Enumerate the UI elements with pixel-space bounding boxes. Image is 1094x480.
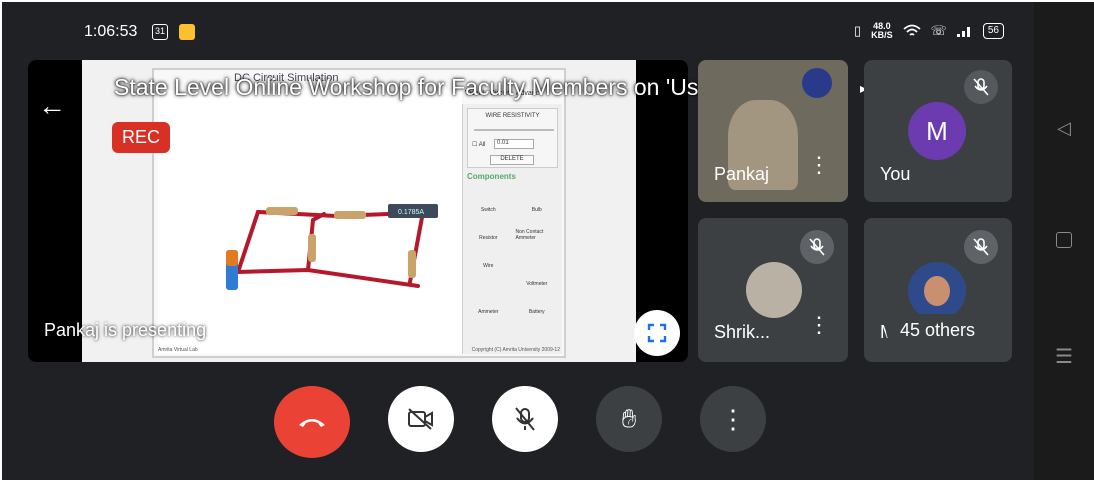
participant-name: Pankaj — [714, 164, 770, 184]
delete-button[interactable]: DELETE — [490, 155, 534, 165]
component-switch[interactable]: Switch — [467, 185, 510, 213]
participant-tile-you[interactable]: M You — [864, 60, 1012, 202]
shared-screen: DC Circuit Simulation 0.1785A Visual Cir… — [82, 60, 636, 362]
battery-icon: 56 — [982, 23, 1004, 39]
others-count-badge[interactable]: 45 others — [886, 314, 990, 347]
meter-reading: 0.1785A — [398, 209, 424, 216]
footer-right: Copyright (C) Amrita University 2009-12 — [471, 347, 560, 353]
resistor-2 — [334, 211, 366, 219]
simulation-footer: Amrita Virtual Lab Copyright (C) Amrita … — [154, 346, 564, 356]
recording-badge: REC — [112, 122, 171, 153]
avatar-you: M — [908, 102, 966, 160]
participant-tile-others[interactable]: Mi 45 others — [864, 218, 1012, 362]
component-ammeter[interactable]: Ammeter — [467, 293, 510, 315]
navigation-bar: ◁ ☰ — [1034, 2, 1094, 480]
call-controls: ✋︎ ⋮ — [274, 386, 766, 458]
avatar-photo — [908, 262, 966, 320]
presenter-label: Pankaj is presenting — [44, 320, 207, 340]
components-label: Components — [467, 172, 516, 181]
circuit-canvas: 0.1785A — [158, 90, 462, 354]
resistivity-slider[interactable] — [474, 129, 554, 131]
components-palette: Switch Bulb Resistor Non Contact Ammeter… — [463, 181, 562, 319]
system-icons: ▯ 48.0 KB/S ☏ 56 — [854, 22, 1004, 40]
participant-name: Shrik... — [714, 322, 771, 342]
call-icon: ☏ — [930, 23, 947, 38]
back-arrow-icon[interactable]: ← — [38, 90, 66, 122]
clock: 1:06:53 — [84, 23, 138, 40]
simulation-window: DC Circuit Simulation 0.1785A Visual Cir… — [152, 68, 566, 358]
component-battery[interactable]: Battery — [516, 293, 559, 315]
speaking-indicator-icon — [802, 68, 832, 98]
net-speed: 48.0 KB/S — [871, 22, 893, 40]
simulation-panel: Visual Circuit Advanc WIRE RESISTIVITY ☐… — [462, 90, 562, 354]
camera-off-icon — [408, 408, 433, 430]
footer-left: Amrita Virtual Lab — [158, 347, 198, 353]
status-bar: 1:06:53 31 ▯ 48.0 KB/S ☏ 56 — [2, 2, 1034, 62]
presentation-tile[interactable]: DC Circuit Simulation 0.1785A Visual Cir… — [28, 60, 688, 362]
more-options-icon[interactable]: ⋮ — [808, 154, 830, 176]
recents-nav-icon[interactable]: ☰ — [1055, 344, 1073, 369]
circuit-drawing: 0.1785A — [226, 204, 438, 290]
muted-mic-icon — [964, 70, 998, 104]
participant-tile-shrik[interactable]: Shrik... ⋮ — [698, 218, 848, 362]
participant-name: You — [880, 164, 911, 184]
component-wire[interactable]: Wire — [467, 247, 510, 269]
component-bulb[interactable]: Bulb — [516, 185, 559, 213]
raise-hand-icon: ✋︎ — [621, 403, 637, 433]
mic-off-icon — [515, 407, 535, 431]
muted-mic-icon — [964, 230, 998, 264]
all-label: All — [478, 142, 486, 148]
wifi-icon — [903, 24, 921, 36]
all-checkbox[interactable]: ☐ All — [472, 141, 485, 148]
fullscreen-button[interactable] — [634, 310, 680, 356]
avatar-photo — [746, 262, 802, 318]
muted-mic-icon — [800, 230, 834, 264]
meeting-title[interactable]: State Level Online Workshop for Faculty … — [114, 74, 796, 101]
resistor-4 — [408, 250, 416, 278]
component-non-contact-ammeter[interactable]: Non Contact Ammeter — [516, 219, 559, 241]
end-call-button[interactable] — [274, 386, 350, 458]
resistor-1 — [266, 207, 298, 215]
phone-screen: 1:06:53 31 ▯ 48.0 KB/S ☏ 56 DC Circuit S… — [2, 2, 1094, 480]
mic-off-button[interactable] — [492, 386, 558, 452]
raise-hand-button[interactable]: ✋︎ — [596, 386, 662, 452]
more-vert-icon: ⋮ — [720, 403, 746, 434]
resistor-3 — [308, 234, 316, 262]
component-voltmeter[interactable]: Voltmeter — [516, 247, 559, 287]
back-nav-icon[interactable]: ◁ — [1057, 118, 1071, 139]
component-resistor[interactable]: Resistor — [467, 219, 510, 241]
calendar-icon: 31 — [152, 24, 168, 40]
net-speed-unit: KB/S — [871, 30, 893, 40]
wire-resistivity-label: WIRE RESISTIVITY — [485, 113, 540, 119]
signal-icon — [956, 27, 970, 37]
notification-app-icon — [179, 24, 195, 40]
more-options-icon[interactable]: ⋮ — [808, 314, 830, 336]
more-options-button[interactable]: ⋮ — [700, 386, 766, 452]
vibrate-icon: ▯ — [853, 23, 862, 38]
home-nav-icon[interactable] — [1056, 232, 1072, 248]
phone-hangup-icon — [299, 419, 325, 427]
resistivity-input[interactable]: 0.01 — [494, 139, 534, 149]
participant-tile-pankaj[interactable]: Pankaj ⋮ — [698, 60, 848, 202]
camera-off-button[interactable] — [388, 386, 454, 452]
fullscreen-icon — [647, 323, 667, 343]
